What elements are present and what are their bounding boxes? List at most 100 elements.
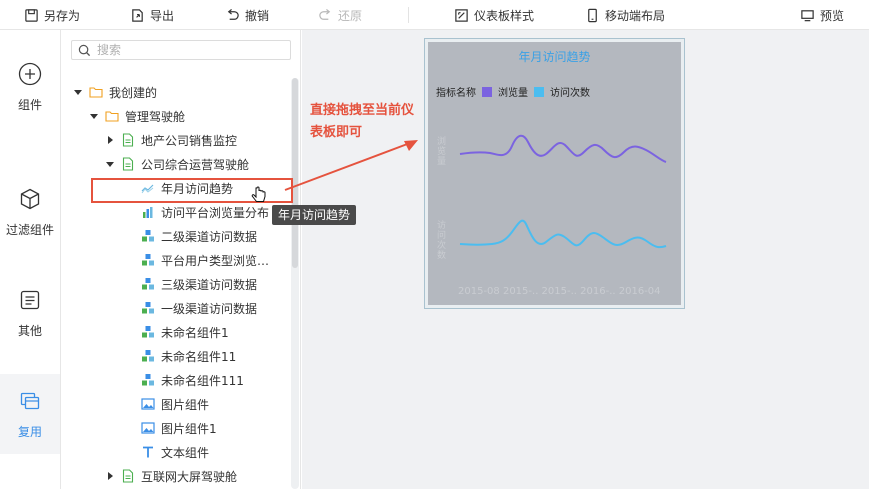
top-toolbar: 另存为 导出 撤销 还原 仪表板样式 移动端布局 预览 (0, 0, 869, 30)
export-icon (132, 8, 143, 22)
tree-node-label: 互联网大屏驾驶舱 (141, 469, 238, 484)
bar-chart-icon (141, 205, 155, 219)
rail-reuse-label: 复用 (17, 424, 42, 439)
tree-node-label: 管理驾驶舱 (125, 109, 186, 124)
document-icon (20, 290, 40, 310)
tree-item-6[interactable]: 未命名组件1 (141, 320, 229, 344)
tree-item-4[interactable]: 三级渠道访问数据 (141, 272, 257, 296)
cubes-icon (141, 301, 155, 315)
tree-item-9[interactable]: 图片组件 (141, 392, 209, 416)
left-rail: 组件 过滤组件 其他 复用 (0, 30, 61, 489)
export-button[interactable]: 导出 (130, 0, 174, 30)
rail-reuse[interactable]: 复用 (0, 374, 60, 454)
tree-node-management-cockpit[interactable]: 管理驾驶舱 (89, 104, 185, 128)
export-label: 导出 (150, 8, 175, 23)
monitor-icon (801, 9, 814, 21)
caret-right-icon[interactable] (105, 471, 115, 481)
preview-label: 预览 (820, 8, 845, 23)
mobile-icon (588, 8, 597, 22)
chart-widget-body: 年月访问趋势 指标名称 浏览量 访问次数 浏览量 访问次数 2015-08 20… (428, 42, 681, 305)
text-icon (141, 445, 155, 459)
dashboard-style-button[interactable]: 仪表板样式 (454, 0, 534, 30)
save-as-button[interactable]: 另存为 (24, 0, 80, 30)
search-icon (78, 44, 91, 56)
rail-others-label: 其他 (17, 324, 42, 338)
cubes-icon (141, 253, 155, 267)
tree-item-label: 图片组件 (161, 397, 210, 412)
tree-node-my-created[interactable]: 我创建的 (73, 80, 157, 104)
dashboard-file-icon (121, 133, 135, 147)
tree-item-1[interactable]: 访问平台浏览量分布 (141, 200, 269, 224)
search-input[interactable] (97, 43, 277, 57)
cubes-icon (141, 349, 155, 363)
tree-node-label: 我创建的 (109, 85, 158, 100)
caret-down-icon[interactable] (73, 87, 83, 97)
redo-button[interactable]: 还原 (318, 0, 362, 30)
cube-icon (20, 188, 40, 210)
dashboard-style-label: 仪表板样式 (474, 8, 535, 23)
dashboard-file-icon (121, 469, 135, 483)
tree-node-realestate-dashboard[interactable]: 地产公司销售监控 (105, 128, 237, 152)
dashboard-canvas[interactable]: 年月访问趋势 指标名称 浏览量 访问次数 浏览量 访问次数 2015-08 20… (302, 30, 869, 489)
x-axis-ticks: 2015-08 2015-.. 2015-.. 2016-.. 2016-04 (458, 286, 661, 297)
tree-item-5[interactable]: 一级渠道访问数据 (141, 296, 257, 320)
reuse-icon (20, 392, 40, 409)
chart-widget[interactable]: 年月访问趋势 指标名称 浏览量 访问次数 浏览量 访问次数 2015-08 20… (424, 38, 685, 309)
tree-item-11[interactable]: 文本组件 (141, 440, 209, 464)
cubes-icon (141, 277, 155, 291)
toolbar-divider (408, 7, 409, 23)
tree-item-8[interactable]: 未命名组件111 (141, 368, 244, 392)
component-tree-panel: 我创建的 管理驾驶舱 地产公司销售监控 公司综合运营驾驶舱 年月访问趋势 访问平… (61, 30, 301, 489)
caret-down-icon[interactable] (89, 111, 99, 121)
chart-lines (459, 134, 667, 249)
rail-filter-label: 过滤组件 (5, 223, 54, 237)
tree-item-label: 一级渠道访问数据 (161, 301, 258, 316)
preview-button[interactable]: 预览 (800, 0, 844, 30)
cubes-icon (141, 229, 155, 243)
rail-others[interactable]: 其他 (0, 288, 60, 339)
tree-item-label: 图片组件1 (161, 421, 217, 436)
cubes-icon (141, 373, 155, 387)
tree-scrollbar[interactable] (291, 78, 299, 489)
drag-highlight-frame (91, 178, 293, 203)
tree-item-10[interactable]: 图片组件1 (141, 416, 217, 440)
tree-item-label: 平台用户类型浏览… (161, 253, 270, 268)
undo-icon (227, 8, 239, 20)
rail-components[interactable]: 组件 (0, 62, 60, 113)
tree-item-label: 二级渠道访问数据 (161, 229, 258, 244)
tree-item-label: 未命名组件111 (161, 373, 244, 388)
image-icon (141, 397, 155, 411)
mobile-layout-button[interactable]: 移动端布局 (585, 0, 665, 30)
tree-node-internet-dashboard[interactable]: 互联网大屏驾驶舱 (105, 464, 237, 488)
plus-circle-icon (18, 62, 42, 86)
tree-item-label: 未命名组件11 (161, 349, 237, 364)
tree-node-label: 公司综合运营驾驶舱 (141, 157, 250, 172)
scrollbar-thumb[interactable] (292, 78, 298, 268)
tree-node-operations-dashboard[interactable]: 公司综合运营驾驶舱 (105, 152, 249, 176)
tree-item-label: 文本组件 (161, 445, 210, 460)
rail-filter-components[interactable]: 过滤组件 (0, 187, 60, 238)
series-line-visits (459, 219, 667, 249)
cubes-icon (141, 325, 155, 339)
undo-label: 撤销 (245, 8, 270, 23)
dashboard-file-icon (121, 157, 135, 171)
series-line-views (459, 134, 667, 163)
tree-item-label: 未命名组件1 (161, 325, 229, 340)
mobile-layout-label: 移动端布局 (605, 8, 666, 23)
drag-tooltip: 年月访问趋势 (272, 205, 357, 225)
undo-button[interactable]: 撤销 (225, 0, 269, 30)
rail-components-label: 组件 (17, 98, 42, 112)
tree-node-label: 地产公司销售监控 (141, 133, 238, 148)
folder-icon (89, 85, 103, 99)
tree-item-label: 访问平台浏览量分布 (161, 205, 270, 220)
caret-right-icon[interactable] (105, 135, 115, 145)
caret-down-icon[interactable] (105, 159, 115, 169)
image-icon (141, 421, 155, 435)
search-box[interactable] (71, 40, 291, 60)
style-icon (455, 8, 468, 22)
redo-icon (319, 8, 331, 20)
tree-item-7[interactable]: 未命名组件11 (141, 344, 236, 368)
tree-item-2[interactable]: 二级渠道访问数据 (141, 224, 257, 248)
tree-item-3[interactable]: 平台用户类型浏览… (141, 248, 269, 272)
folder-icon (105, 109, 119, 123)
